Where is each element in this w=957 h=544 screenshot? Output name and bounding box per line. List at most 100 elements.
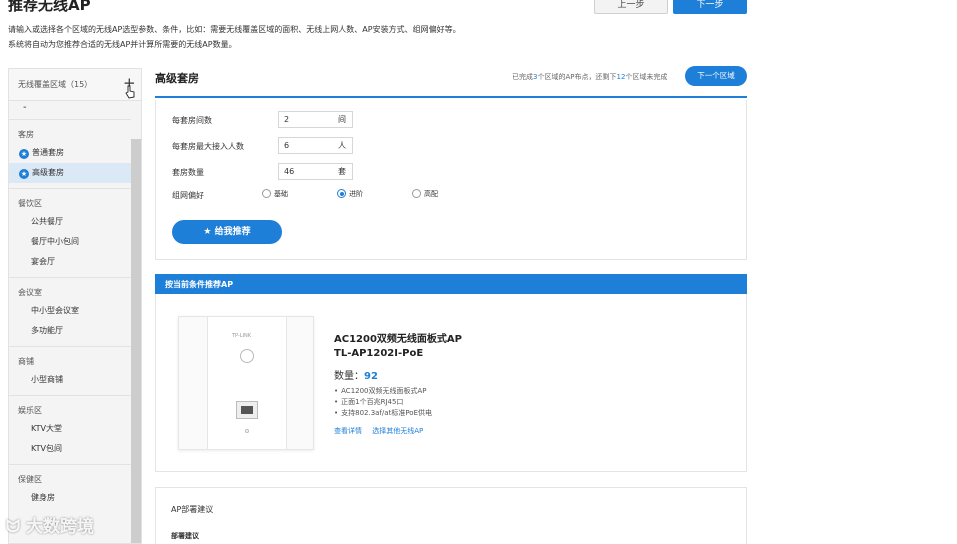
choose-other-ap-link[interactable]: 选择其他无线AP [372, 427, 423, 435]
sidebar-group: 会议室中小型会议室 多功能厅 [9, 277, 131, 346]
radio-checked-icon [337, 189, 346, 198]
sidebar-group: 娱乐区 KTV大堂 KTV包间 [9, 395, 131, 464]
product-model: TL-AP1202I-PoE [334, 348, 424, 359]
rooms-input[interactable]: 2 间 [278, 111, 353, 128]
users-row: 每套房最大接入人数 6 人 [172, 137, 353, 154]
sidebar-group: 商铺小型商铺 [9, 346, 131, 395]
sidebar-header-label: 无线覆盖区域（15） [18, 80, 93, 89]
result-header: 按当前条件推荐AP [155, 274, 747, 294]
suites-input[interactable]: 46 套 [278, 163, 353, 180]
sidebar-header: 无线覆盖区域（15） + [9, 69, 141, 101]
suites-value: 46 [284, 167, 295, 176]
next-area-button[interactable]: 下一个区域 [685, 66, 747, 86]
sidebar-group-title: 餐饮区 [18, 199, 42, 208]
prev-step-button[interactable]: 上一步 [594, 0, 668, 14]
sidebar-item[interactable]: 公共餐厅 [9, 212, 131, 232]
sidebar-item[interactable]: 餐厅中小包间 [9, 232, 131, 252]
sidebar-group-title: 商铺 [18, 357, 34, 366]
star-icon: ★ [19, 169, 29, 179]
pref-radio-premium[interactable]: 高配 [412, 189, 438, 199]
sidebar-item[interactable]: 宴会厅 [9, 252, 131, 272]
sidebar-item[interactable]: KTV大堂 [9, 419, 131, 439]
feature-item: 正面1个百兆RJ45口 [334, 397, 432, 408]
preference-label: 组网偏好 [172, 191, 204, 200]
mouse-pointer-icon [125, 85, 135, 99]
sidebar-item[interactable]: 中小型会议室 [9, 301, 131, 321]
pref-radio-advanced[interactable]: 进阶 [337, 189, 363, 199]
intro-text: 请输入或选择各个区域的无线AP选型参数、条件，比如：需要无线覆盖区域的面积、无线… [8, 22, 461, 52]
product-name: AC1200双频无线面板式AP [334, 334, 462, 345]
deploy-title: AP部署建议 [171, 505, 214, 514]
users-input[interactable]: 6 人 [278, 137, 353, 154]
suites-row: 套房数量 46 套 [172, 163, 353, 180]
sidebar-item[interactable]: 健身房 [9, 488, 131, 508]
sidebar-item-label: 小型商铺 [31, 375, 63, 384]
progress-text: 已完成3个区域的AP布点，还剩下12个区域未完成 [512, 73, 668, 81]
sidebar-item-label: 餐厅中小包间 [31, 237, 79, 246]
sidebar-item-label: 多功能厅 [31, 326, 63, 335]
area-header: 高级套房 已完成3个区域的AP布点，还剩下12个区域未完成 下一个区域 [155, 66, 747, 98]
quantity-value: 92 [364, 371, 378, 382]
panel-plate: TP-LINK [207, 317, 287, 449]
radio-icon [412, 189, 421, 198]
sidebar-item[interactable]: ★ 高级套房 [9, 163, 131, 183]
radio-icon [262, 189, 271, 198]
sidebar-item-label: 公共餐厅 [31, 217, 63, 226]
collapse-icon[interactable]: - [23, 102, 27, 113]
users-unit: 人 [338, 141, 346, 150]
rj45-port [236, 401, 258, 419]
rooms-value: 2 [284, 115, 290, 124]
recommendation-card: TP-LINK AC1200双频无线面板式AP TL-AP1202I-PoE 数… [155, 294, 747, 472]
rooms-unit: 间 [338, 115, 346, 124]
suites-label: 套房数量 [172, 168, 204, 177]
sidebar-item[interactable]: 多功能厅 [9, 321, 131, 341]
pref-radio-basic[interactable]: 基础 [262, 189, 288, 199]
recommend-label: 给我推荐 [214, 227, 251, 237]
sidebar-item-label: KTV大堂 [31, 424, 62, 433]
feature-item: AC1200双频无线面板式AP [334, 386, 432, 397]
product-links: 查看详情 选择其他无线AP [334, 426, 431, 436]
watermark-logo-icon: ᗢ [6, 517, 27, 537]
area-sidebar: 无线覆盖区域（15） + - 客房 ★ 普通套房 ★ 高级套房餐饮区公共餐厅餐厅中小包间… [8, 68, 142, 544]
screw [245, 429, 249, 433]
sidebar-item-label: 宴会厅 [31, 257, 55, 266]
watermark: ᗢ 大数跨境 [6, 517, 95, 537]
sidebar-item[interactable]: 小型商铺 [9, 370, 131, 390]
deployment-advice: AP部署建议 部署建议 [155, 487, 747, 544]
users-value: 6 [284, 141, 290, 150]
star-icon: ★ [203, 227, 215, 237]
intro-line-1: 请输入或选择各个区域的无线AP选型参数、条件，比如：需要无线覆盖区域的面积、无线… [8, 25, 461, 34]
area-title: 高级套房 [155, 72, 199, 85]
deploy-subtitle: 部署建议 [171, 532, 199, 540]
result-header-label: 按当前条件推荐AP [165, 280, 234, 289]
led-indicator [240, 349, 254, 363]
rooms-row: 每套房间数 2 间 [172, 111, 353, 128]
criteria-form: 每套房间数 2 间 每套房最大接入人数 6 人 套房数量 46 套 组网偏好 基… [155, 100, 747, 260]
recommend-button[interactable]: ★ 给我推荐 [172, 220, 282, 244]
sidebar-scrollbar[interactable] [131, 139, 141, 543]
page-title: 推荐无线AP [8, 0, 91, 14]
sidebar-item[interactable]: KTV包间 [9, 439, 131, 459]
sidebar-item[interactable]: ★ 普通套房 [9, 143, 131, 163]
product-image[interactable]: TP-LINK [178, 316, 314, 450]
sidebar-group-title: 保健区 [18, 475, 42, 484]
brand-logo: TP-LINK [232, 333, 252, 339]
suites-unit: 套 [338, 167, 346, 176]
feature-item: 支持802.3af/at标准PoE供电 [334, 408, 432, 419]
next-step-button[interactable]: 下一步 [673, 0, 747, 14]
view-details-link[interactable]: 查看详情 [334, 427, 362, 435]
product-quantity: 数量：92 [334, 371, 378, 382]
sidebar-group: 保健区健身房 [9, 464, 131, 513]
sidebar-group-title: 娱乐区 [18, 406, 42, 415]
sidebar-group: 客房 ★ 普通套房 ★ 高级套房 [9, 119, 131, 188]
users-label: 每套房最大接入人数 [172, 142, 244, 151]
sidebar-list: 客房 ★ 普通套房 ★ 高级套房餐饮区公共餐厅餐厅中小包间 宴会厅会议室中小型会议室 多功能… [9, 119, 131, 513]
star-icon: ★ [19, 149, 29, 159]
sidebar-item-label: 中小型会议室 [31, 306, 79, 315]
rooms-label: 每套房间数 [172, 116, 212, 125]
sidebar-item-label: 健身房 [31, 493, 55, 502]
preference-row: 组网偏好 基础 进阶 高配 [172, 189, 732, 201]
sidebar-group-title: 会议室 [18, 288, 42, 297]
intro-line-2: 系统将自动为您推荐合适的无线AP并计算所需要的无线AP数量。 [8, 40, 237, 49]
sidebar-item-label: 高级套房 [32, 168, 64, 177]
